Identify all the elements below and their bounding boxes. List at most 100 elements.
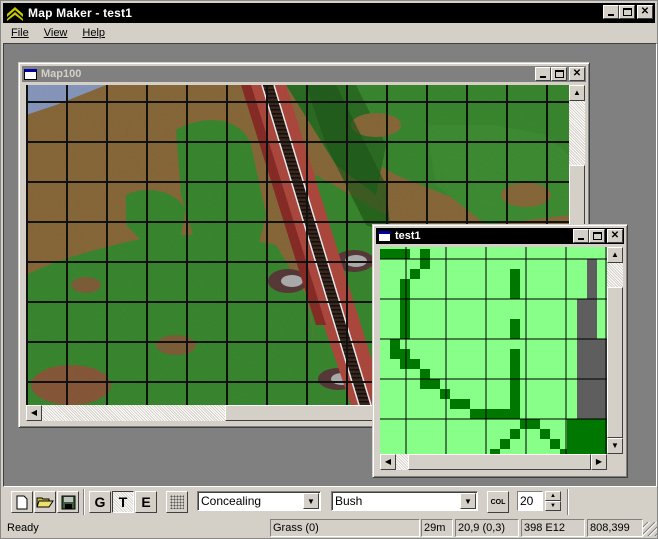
tile-window-title: test1	[395, 230, 421, 242]
toolbar-separator	[83, 489, 85, 515]
status-terrain: Grass (0)	[270, 519, 420, 537]
map-grid-line	[186, 85, 188, 405]
maximize-button[interactable]	[619, 5, 635, 19]
grid-dots-icon	[170, 495, 184, 509]
object-combo-value: Bush	[335, 494, 363, 508]
layer-combo-value: Concealing	[201, 494, 262, 508]
minimize-icon	[540, 76, 546, 78]
map-grid-line	[26, 101, 569, 103]
status-cell: 20,9 (0,3)	[455, 519, 519, 537]
tile-cell-dark	[400, 329, 410, 339]
object-combo-dropdown[interactable]: ▼	[460, 493, 476, 509]
tile-grid	[380, 247, 607, 454]
map-maximize-button[interactable]	[551, 67, 567, 81]
tile-hscroll-thumb[interactable]	[408, 454, 591, 470]
value-spin-input[interactable]: 20	[517, 491, 543, 511]
tile-vscroll-thumb[interactable]	[607, 287, 623, 438]
menu-help[interactable]: Help	[74, 27, 112, 39]
size-grip[interactable]	[607, 454, 623, 470]
minimize-button[interactable]	[603, 5, 619, 19]
tile-cell-dark	[480, 409, 490, 419]
tile-cell-dark	[440, 389, 450, 399]
open-button[interactable]	[34, 491, 56, 513]
scroll-left-button[interactable]: ◀	[380, 454, 396, 470]
map-close-button[interactable]: ✕	[569, 67, 585, 81]
menu-bar: File View Help	[3, 24, 112, 42]
arrow-left-icon: ◀	[30, 408, 38, 417]
mdi-client-area: Map100 ✕ ▲ ◀ test1 ✕ ▲ ▼ ◀ ▶	[3, 43, 657, 487]
tile-cell-dark	[400, 349, 410, 359]
status-message: Ready	[7, 522, 39, 534]
tile-cell-dark	[510, 409, 520, 419]
tile-cell-dark	[410, 269, 420, 279]
tile-cell-dark	[510, 429, 520, 439]
tile-cell-dark	[400, 279, 410, 289]
tile-cell-dark	[400, 299, 410, 309]
minimize-icon	[608, 14, 614, 16]
mode-g-button[interactable]: G	[89, 491, 111, 513]
tile-minimize-button[interactable]	[573, 229, 589, 243]
title-bar[interactable]: Map Maker - test1 ✕	[3, 3, 655, 23]
save-button[interactable]	[57, 491, 79, 513]
tile-cell-dark	[390, 339, 400, 349]
tile-canvas[interactable]	[380, 247, 607, 454]
tile-cell-dark	[510, 319, 520, 329]
tile-window-title-bar[interactable]: test1 ✕	[376, 228, 624, 244]
mode-e-button[interactable]: E	[135, 491, 157, 513]
close-button[interactable]: ✕	[637, 5, 653, 19]
tile-maximize-button[interactable]	[589, 229, 605, 243]
tile-cell-dark	[410, 359, 420, 369]
minimize-icon	[578, 238, 584, 240]
map-grid-line	[26, 85, 28, 405]
tile-cell-dark	[380, 249, 390, 259]
tile-cell-gray	[587, 259, 597, 299]
chevron-down-icon: ▼	[464, 496, 472, 506]
object-combo[interactable]: Bush ▼	[331, 491, 478, 511]
arrow-up-icon: ▲	[550, 493, 556, 499]
map-grid-line	[26, 141, 569, 143]
map-grid-line	[266, 85, 268, 405]
tile-vertical-scrollbar[interactable]: ▲ ▼	[607, 247, 623, 454]
tile-close-button[interactable]: ✕	[607, 229, 623, 243]
tile-cell-dark	[420, 249, 430, 259]
arrow-down-icon: ▼	[611, 441, 619, 450]
close-icon: ✕	[610, 230, 620, 241]
resize-grip[interactable]	[643, 522, 657, 536]
map-grid-line	[66, 85, 68, 405]
tile-cell-dark	[510, 329, 520, 339]
spin-up-button[interactable]: ▲	[545, 491, 561, 501]
map-grid-line	[26, 221, 569, 223]
tile-cell-dark	[510, 359, 520, 369]
tile-cell-dark	[400, 289, 410, 299]
map-grid-line	[346, 85, 348, 405]
window-title: Map Maker - test1	[28, 6, 133, 20]
chevron-rank-icon	[7, 7, 23, 21]
tile-cell-dark	[430, 379, 440, 389]
tile-horizontal-scrollbar[interactable]: ◀ ▶	[380, 454, 607, 470]
tile-cell-dark	[510, 269, 520, 279]
menu-view[interactable]: View	[36, 27, 75, 39]
scroll-down-button[interactable]: ▼	[607, 438, 623, 454]
scroll-up-button[interactable]: ▲	[569, 85, 585, 101]
col-button[interactable]: COL	[487, 491, 509, 513]
grid-toggle-button[interactable]	[166, 491, 188, 513]
spin-down-button[interactable]: ▼	[545, 501, 561, 511]
mode-t-button[interactable]: T	[112, 491, 134, 513]
layer-combo[interactable]: Concealing ▼	[197, 491, 321, 511]
tile-cell-dark	[510, 279, 520, 289]
status-bar: Ready Grass (0) 29m 20,9 (0,3) 398 E12 8…	[3, 518, 657, 538]
menu-view-label: View	[43, 27, 68, 39]
new-button[interactable]	[11, 491, 33, 513]
scroll-left-button[interactable]: ◀	[26, 405, 42, 421]
layer-combo-dropdown[interactable]: ▼	[303, 493, 319, 509]
chevron-down-icon: ▼	[307, 496, 315, 506]
maximize-icon	[592, 232, 602, 240]
toolbar-separator	[567, 489, 569, 515]
menu-file[interactable]: File	[3, 27, 36, 39]
map-window-title-bar[interactable]: Map100 ✕	[22, 66, 586, 82]
scroll-up-button[interactable]: ▲	[607, 247, 623, 263]
tile-cell-dark	[460, 399, 470, 409]
arrow-up-icon: ▲	[611, 250, 619, 259]
scroll-right-button[interactable]: ▶	[591, 454, 607, 470]
map-minimize-button[interactable]	[535, 67, 551, 81]
